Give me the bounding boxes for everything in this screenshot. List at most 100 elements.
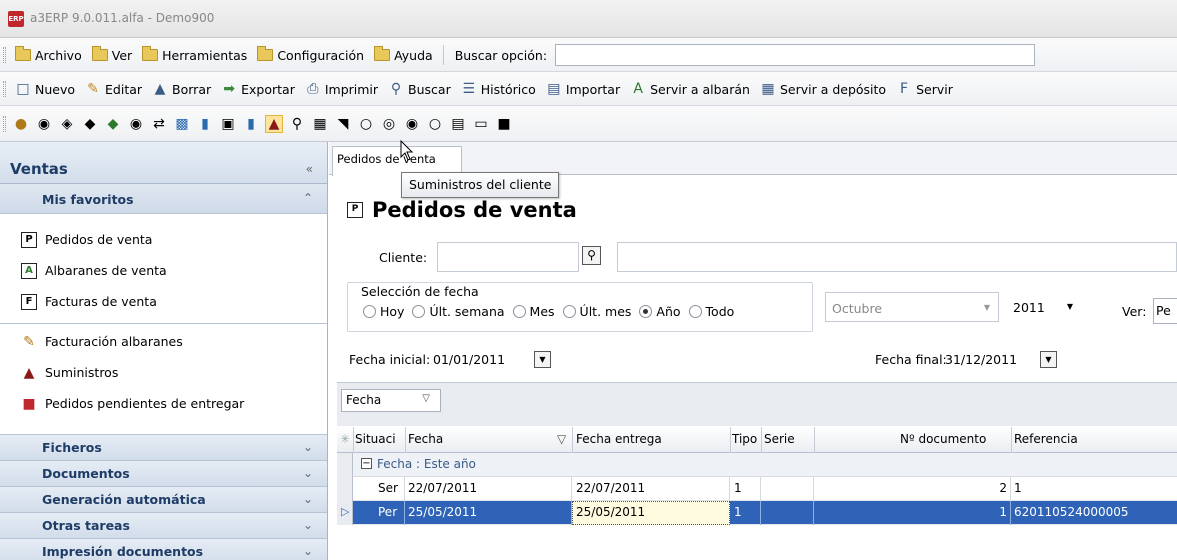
favorites-header[interactable]: Mis favoritos ⌃ [0, 184, 327, 214]
fecha-inicial-picker-button[interactable]: ▼ [534, 351, 551, 368]
section-impresion-documentos[interactable]: Impresión documentos ⌄ [0, 538, 327, 560]
menu-ayuda[interactable]: Ayuda [371, 46, 436, 65]
table-row-selected[interactable]: ▷ Per 25/05/2011 25/05/2011 1 1 62011052… [337, 501, 1177, 525]
radio-ult-mes[interactable]: Últ. mes [562, 304, 631, 319]
cliente-lookup-button[interactable]: ⚲ [582, 246, 601, 265]
historico-button[interactable]: ☰ Histórico [458, 79, 539, 99]
person-search-icon[interactable]: ⚲ [288, 115, 306, 133]
section-documentos[interactable]: Documentos ⌄ [0, 460, 327, 486]
radio-ano[interactable]: Año [639, 304, 681, 319]
transfer-icon[interactable]: ⇄ [150, 115, 168, 133]
mouse-cursor-icon [400, 140, 414, 161]
menu-configuracion[interactable]: Configuración [254, 46, 367, 65]
year-select[interactable]: 2011 ▼ [1007, 292, 1081, 322]
section-ficheros[interactable]: Ficheros ⌄ [0, 434, 327, 460]
bag-user-icon[interactable]: ◆ [104, 115, 122, 133]
row-selector[interactable] [337, 477, 353, 501]
table-row[interactable]: Ser 22/07/2011 22/07/2011 1 2 1 [337, 477, 1177, 501]
bag-icon[interactable]: ◉ [35, 115, 53, 133]
report-icon[interactable]: ▣ [219, 115, 237, 133]
sidebar-item-facturacion-albaranes[interactable]: ✎ Facturación albaranes [0, 326, 327, 357]
zoom-money-icon[interactable]: ◎ [380, 115, 398, 133]
chevron-down-icon[interactable]: ⌄ [303, 492, 313, 506]
menu-ver[interactable]: Ver [89, 46, 135, 65]
sidebar-item-facturas-venta[interactable]: F Facturas de venta [0, 286, 327, 317]
fecha-final-input[interactable]: 31/12/2011 [945, 352, 1017, 367]
sidebar-item-pedidos-pendientes[interactable]: ■ Pedidos pendientes de entregar [0, 388, 327, 419]
zoom-list-icon[interactable]: ◉ [403, 115, 421, 133]
chevron-down-icon[interactable]: ⌄ [303, 518, 313, 532]
document-icon[interactable]: ▤ [449, 115, 467, 133]
grip-handle[interactable] [3, 81, 6, 97]
radio-ult-semana[interactable]: Últ. semana [412, 304, 505, 319]
sidebar-item-pedidos-venta[interactable]: P Pedidos de venta [0, 224, 327, 255]
chevron-down-icon[interactable]: ⌄ [303, 544, 313, 558]
new-document-icon: □ [16, 81, 30, 97]
factura-icon: F [900, 81, 909, 97]
col-fecha-entrega[interactable]: Fecha entrega [576, 432, 662, 446]
sort-icon: ▽ [422, 393, 430, 404]
radio-hoy[interactable]: Hoy [363, 304, 404, 319]
price-icon[interactable]: ▦ [311, 115, 329, 133]
cliente-code-input[interactable] [437, 242, 579, 272]
grid-settings-icon[interactable]: ✳ [340, 432, 350, 446]
suministros-cliente-icon[interactable]: ▲ [265, 115, 283, 133]
bag-search-icon[interactable]: ◈ [58, 115, 76, 133]
section-generacion-automatica[interactable]: Generación automática ⌄ [0, 486, 327, 512]
borrar-button[interactable]: ▲ Borrar [149, 79, 214, 99]
page-title: P Pedidos de venta [347, 198, 577, 222]
radio-mes[interactable]: Mes [512, 304, 555, 319]
bag-lookup-icon[interactable]: ◉ [127, 115, 145, 133]
servir-deposito-button[interactable]: ▦ Servir a depósito [757, 79, 889, 99]
col-numero-documento[interactable]: Nº documento [900, 432, 986, 446]
row-selector[interactable]: ▷ [337, 501, 353, 525]
client-icon[interactable]: ● [12, 115, 30, 133]
fecha-inicial-input[interactable]: 01/01/2011 [433, 352, 505, 367]
chart-icon[interactable]: ▩ [173, 115, 191, 133]
bar-chart-icon[interactable]: ▮ [196, 115, 214, 133]
nuevo-button[interactable]: □ Nuevo [12, 79, 78, 99]
menu-herramientas[interactable]: Herramientas [139, 46, 250, 65]
section-otras-tareas[interactable]: Otras tareas ⌄ [0, 512, 327, 538]
ver-select[interactable]: Pe [1153, 298, 1177, 324]
chevron-down-icon[interactable]: ⌄ [303, 440, 313, 454]
cell-tipo: 1 [734, 481, 742, 495]
message-icon[interactable]: ▭ [472, 115, 490, 133]
col-situacion[interactable]: Situaci [355, 432, 403, 446]
group-by-fecha-chip[interactable]: Fecha ▽ [341, 389, 441, 412]
sidebar-item-suministros[interactable]: ▲ Suministros [0, 357, 327, 388]
servir-albaran-button[interactable]: A Servir a albarán [627, 79, 753, 99]
chevron-up-icon[interactable]: ⌃ [303, 191, 313, 205]
collapse-sidebar-icon[interactable]: « [306, 162, 313, 176]
grip-handle[interactable] [3, 47, 6, 63]
col-serie[interactable]: Serie [764, 432, 795, 446]
month-select[interactable]: Octubre ▼ [825, 292, 999, 322]
zoom-info-icon[interactable]: ○ [426, 115, 444, 133]
fecha-final-picker-button[interactable]: ▼ [1040, 351, 1057, 368]
col-referencia[interactable]: Referencia [1014, 432, 1078, 446]
importar-button[interactable]: ▤ Importar [543, 79, 623, 99]
exportar-button[interactable]: ➡ Exportar [218, 79, 298, 99]
editar-button[interactable]: ✎ Editar [82, 79, 145, 99]
col-tipo[interactable]: Tipo [732, 432, 760, 446]
sidebar-sections: Ficheros ⌄ Documentos ⌄ Generación automát… [0, 434, 327, 560]
grip-handle[interactable] [3, 116, 6, 132]
chevron-down-icon[interactable]: ⌄ [303, 466, 313, 480]
stats-icon[interactable]: ▮ [242, 115, 260, 133]
menu-archivo[interactable]: Archivo [12, 46, 85, 65]
imprimir-button[interactable]: ⎙ Imprimir [302, 79, 381, 99]
grid-group-row[interactable]: − Fecha : Este año [337, 453, 1177, 477]
collapse-group-icon[interactable]: − [361, 458, 372, 469]
cliente-name-input[interactable] [617, 242, 1177, 272]
buscar-button[interactable]: ⚲ Buscar [385, 79, 454, 99]
eraser-icon: ▲ [154, 81, 166, 97]
bag-edit-icon[interactable]: ◆ [81, 115, 99, 133]
col-fecha[interactable]: Fecha [408, 432, 443, 446]
radio-todo[interactable]: Todo [688, 304, 734, 319]
search-option-input[interactable] [555, 44, 1036, 66]
sidebar-item-albaranes-venta[interactable]: A Albaranes de venta [0, 255, 327, 286]
servir-button[interactable]: F Servir [893, 79, 956, 99]
zoom-doc-icon[interactable]: ○ [357, 115, 375, 133]
save-icon[interactable]: ■ [495, 115, 513, 133]
tag-icon[interactable]: ◥ [334, 115, 352, 133]
